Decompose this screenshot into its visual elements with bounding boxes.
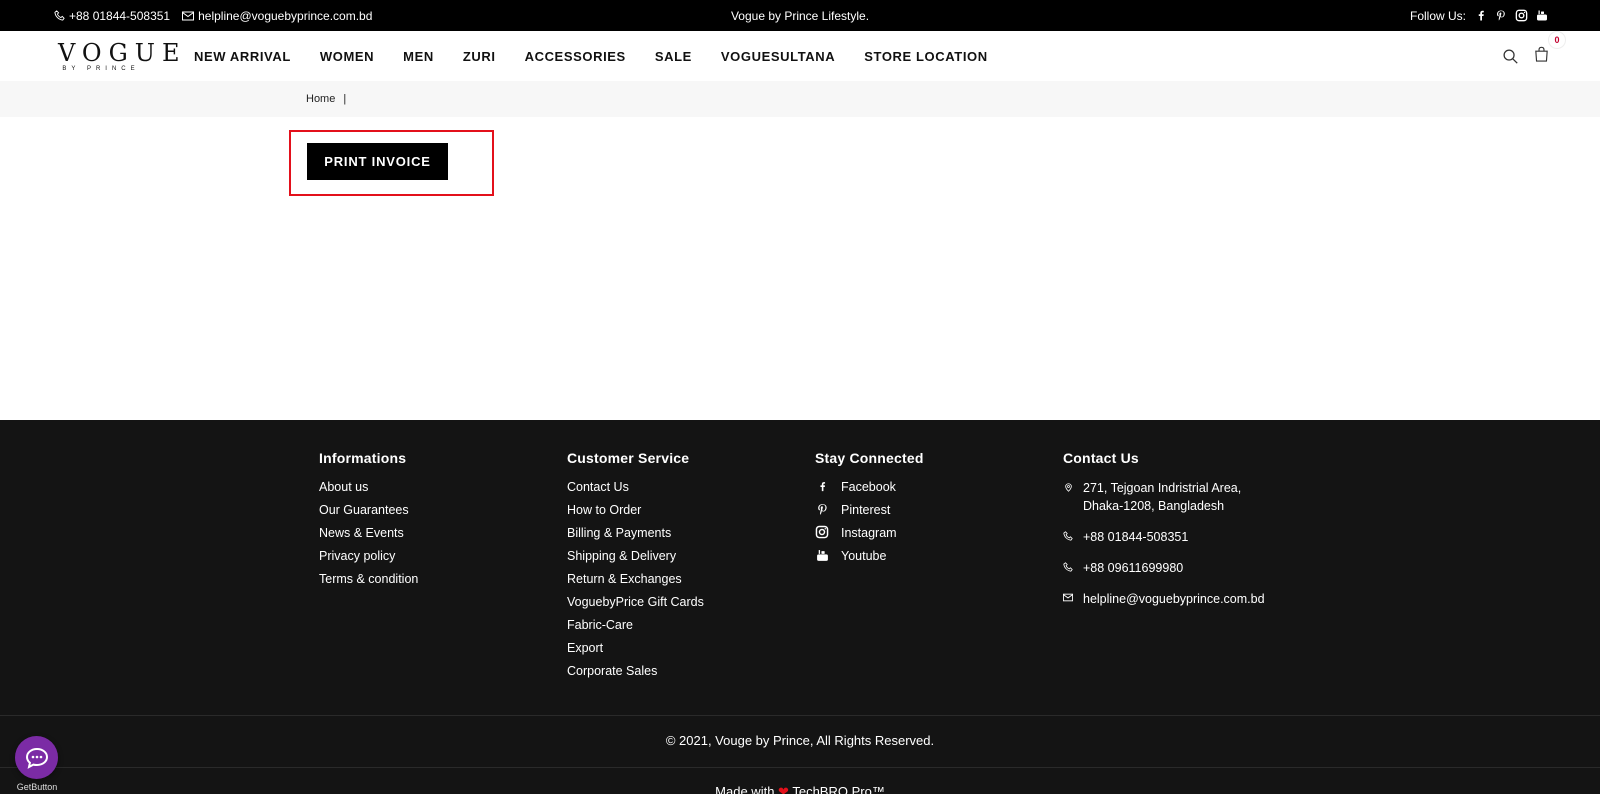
footer-divider-bottom bbox=[0, 767, 1600, 768]
top-bar: +88 01844-508351 helpline@voguebyprince.… bbox=[0, 0, 1600, 31]
nav-men[interactable]: MEN bbox=[403, 49, 434, 64]
youtube-icon bbox=[816, 550, 828, 561]
nav-accessories[interactable]: ACCESSORIES bbox=[525, 49, 626, 64]
nav-sale[interactable]: SALE bbox=[655, 49, 692, 64]
breadcrumb-home[interactable]: Home bbox=[306, 93, 335, 105]
nav-store-location[interactable]: STORE LOCATION bbox=[864, 49, 987, 64]
shopping-bag-icon bbox=[1535, 46, 1548, 62]
topbar-email-text: helpline@voguebyprince.com.bd bbox=[198, 8, 373, 23]
footer-social-youtube[interactable]: Youtube bbox=[815, 548, 924, 571]
logo-brand-text: VOGUE bbox=[58, 39, 187, 67]
footer-stay-connected-title: Stay Connected bbox=[815, 450, 924, 466]
footer-contact-email-text: helpline@voguebyprince.com.bd bbox=[1083, 592, 1265, 606]
topbar-tagline: Vogue by Prince Lifestyle. bbox=[730, 8, 870, 23]
topbar-follow: Follow Us: bbox=[1410, 0, 1548, 31]
breadcrumb: Home | bbox=[306, 81, 346, 117]
footer-contact-phone-2[interactable]: +88 09611699980 bbox=[1063, 559, 1283, 577]
footer-contact-email[interactable]: helpline@voguebyprince.com.bd bbox=[1063, 590, 1283, 608]
footer-stay-connected: Stay Connected Facebook Pinterest Instag… bbox=[815, 450, 924, 571]
chat-bubble-icon bbox=[25, 747, 48, 769]
nav-new-arrival[interactable]: NEW ARRIVAL bbox=[194, 49, 291, 64]
breadcrumb-bar: Home | bbox=[0, 81, 1600, 117]
footer-link-how-to-order[interactable]: How to Order bbox=[567, 502, 704, 525]
header-actions: 0 bbox=[1502, 30, 1566, 81]
chat-widget-button[interactable] bbox=[15, 736, 58, 779]
facebook-icon[interactable] bbox=[1475, 9, 1487, 22]
instagram-icon bbox=[815, 525, 829, 539]
topbar-email[interactable]: helpline@voguebyprince.com.bd bbox=[182, 9, 372, 23]
chat-widget-label: GetButton bbox=[16, 782, 58, 792]
footer-link-shipping[interactable]: Shipping & Delivery bbox=[567, 548, 704, 571]
footer-contact-phone-1[interactable]: +88 01844-508351 bbox=[1063, 528, 1283, 546]
footer-social-facebook[interactable]: Facebook bbox=[815, 479, 924, 502]
map-pin-icon bbox=[1064, 483, 1072, 492]
made-with-suffix[interactable]: TechBRO Pro™ bbox=[792, 784, 884, 794]
footer-contact-address-text: 271, Tejgoan Indristrial Area, Dhaka-120… bbox=[1083, 481, 1242, 513]
instagram-icon[interactable] bbox=[1515, 9, 1528, 22]
footer-contact-title: Contact Us bbox=[1063, 450, 1139, 466]
nav-zuri[interactable]: ZURI bbox=[463, 49, 496, 64]
phone-icon bbox=[1063, 562, 1073, 572]
footer-link-fabric-care[interactable]: Fabric-Care bbox=[567, 617, 704, 640]
pinterest-icon[interactable] bbox=[1495, 9, 1507, 22]
nav-voguesultana[interactable]: VOGUESULTANA bbox=[721, 49, 835, 64]
made-with-prefix: Made with bbox=[715, 784, 775, 794]
phone-icon bbox=[1063, 531, 1073, 541]
footer-customer-service: Customer Service Contact Us How to Order… bbox=[567, 450, 704, 686]
youtube-icon[interactable] bbox=[1536, 9, 1548, 22]
footer-social-pinterest[interactable]: Pinterest bbox=[815, 502, 924, 525]
footer-link-billing[interactable]: Billing & Payments bbox=[567, 525, 704, 548]
footer-link-gift-cards[interactable]: VoguebyPrice Gift Cards bbox=[567, 594, 704, 617]
footer-link-news-events[interactable]: News & Events bbox=[319, 525, 418, 548]
footer-informations-title: Informations bbox=[319, 450, 407, 466]
search-icon[interactable] bbox=[1502, 48, 1519, 65]
footer-link-returns[interactable]: Return & Exchanges bbox=[567, 571, 704, 594]
print-invoice-button[interactable]: PRINT INVOICE bbox=[307, 143, 448, 180]
footer-contact-phone-1-text: +88 01844-508351 bbox=[1083, 530, 1189, 544]
cart-button[interactable]: 0 bbox=[1533, 30, 1566, 68]
footer-social-pinterest-label: Pinterest bbox=[841, 503, 891, 517]
mail-icon bbox=[182, 11, 195, 20]
logo-sub-text: BY PRINCE bbox=[62, 66, 140, 72]
mail-icon bbox=[1063, 593, 1073, 602]
footer-contact-phone-2-text: +88 09611699980 bbox=[1083, 561, 1184, 575]
footer-informations: Informations About us Our Guarantees New… bbox=[319, 450, 418, 594]
footer-link-terms[interactable]: Terms & condition bbox=[319, 571, 418, 594]
footer-social-instagram[interactable]: Instagram bbox=[815, 525, 924, 548]
footer-social-youtube-label: Youtube bbox=[841, 549, 887, 563]
breadcrumb-separator: | bbox=[343, 93, 347, 105]
facebook-icon bbox=[819, 482, 825, 492]
topbar-phone[interactable]: +88 01844-508351 bbox=[54, 9, 170, 23]
footer-link-export[interactable]: Export bbox=[567, 640, 704, 663]
footer-contact-address: 271, Tejgoan Indristrial Area, Dhaka-120… bbox=[1063, 479, 1283, 515]
topbar-contact: +88 01844-508351 helpline@voguebyprince.… bbox=[54, 0, 372, 31]
footer-divider bbox=[0, 715, 1600, 716]
nav-women[interactable]: WOMEN bbox=[320, 49, 374, 64]
site-logo[interactable]: VOGUE BY PRINCE bbox=[58, 39, 187, 75]
main-nav: NEW ARRIVAL WOMEN MEN ZURI ACCESSORIES S… bbox=[194, 31, 988, 81]
cart-count-badge: 0 bbox=[1548, 30, 1566, 49]
topbar-phone-text: +88 01844-508351 bbox=[69, 8, 171, 23]
main-header: VOGUE BY PRINCE NEW ARRIVAL WOMEN MEN ZU… bbox=[0, 30, 1600, 81]
pinterest-icon bbox=[817, 504, 827, 515]
footer-link-about-us[interactable]: About us bbox=[319, 479, 418, 502]
phone-icon bbox=[54, 10, 65, 21]
heart-icon: ❤ bbox=[778, 784, 789, 794]
topbar-social-links bbox=[1475, 9, 1548, 22]
footer-link-privacy[interactable]: Privacy policy bbox=[319, 548, 418, 571]
site-footer: Informations About us Our Guarantees New… bbox=[0, 420, 1600, 794]
footer-made-with: Made with ❤ TechBRO Pro™ bbox=[0, 784, 1600, 794]
footer-link-guarantees[interactable]: Our Guarantees bbox=[319, 502, 418, 525]
footer-customer-service-title: Customer Service bbox=[567, 450, 690, 466]
footer-social-facebook-label: Facebook bbox=[841, 480, 896, 494]
footer-social-instagram-label: Instagram bbox=[841, 526, 897, 540]
footer-contact-us: Contact Us 271, Tejgoan Indristrial Area… bbox=[1063, 450, 1283, 621]
footer-copyright: © 2021, Vouge by Prince, All Rights Rese… bbox=[665, 733, 935, 748]
follow-label: Follow Us: bbox=[1409, 8, 1466, 23]
footer-link-contact-us[interactable]: Contact Us bbox=[567, 479, 704, 502]
footer-link-corporate-sales[interactable]: Corporate Sales bbox=[567, 663, 704, 686]
